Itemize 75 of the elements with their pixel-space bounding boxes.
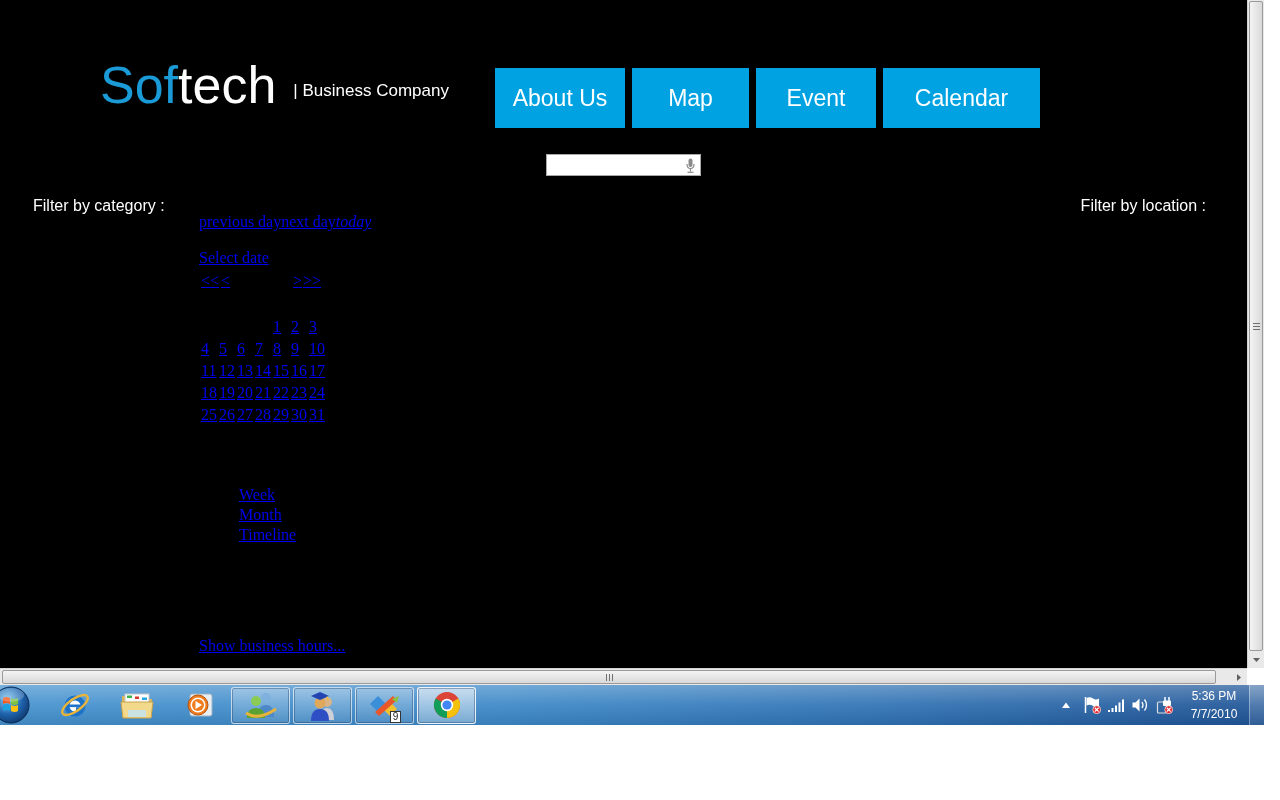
calendar-day-link[interactable]: 2 [291,318,299,335]
nav-button[interactable]: Map [632,68,749,128]
calendar-day-link[interactable]: 25 [201,406,217,423]
calendar-day-link[interactable]: 14 [255,362,271,379]
calendar-day-link[interactable]: 15 [273,362,289,379]
calendar-day-link[interactable]: 12 [219,362,235,379]
right-arrow-icon [1236,673,1241,681]
search-field[interactable] [546,154,701,176]
view-link[interactable]: Week [239,486,276,503]
calendar-day-link[interactable]: 19 [219,384,235,401]
folder-icon[interactable] [119,690,154,720]
calendar-nav-link[interactable]: << [201,270,220,292]
calendar-day-link[interactable]: 7 [255,340,263,357]
microphone-icon[interactable] [686,157,695,173]
calendar-day-link[interactable]: 20 [237,384,253,401]
count-badge: 9 [390,710,401,723]
calendar-day-link[interactable]: 5 [219,340,227,357]
calendar-day-link[interactable]: 31 [309,406,325,423]
calendar-day-link[interactable]: 21 [255,384,271,401]
calendar-day-link[interactable]: 17 [309,362,325,379]
vertical-scrollbar[interactable] [1247,0,1264,668]
calendar-day-link[interactable]: 4 [201,340,209,357]
calendar-day-link[interactable]: 18 [201,384,217,401]
calendar-day-link[interactable]: 29 [273,406,289,423]
scroll-thumb[interactable] [2,670,1216,684]
taskbar-button[interactable] [417,686,476,724]
flag-icon[interactable] [1083,696,1101,714]
speaker-icon[interactable] [1131,696,1149,714]
calendar-day-link[interactable]: 13 [237,362,253,379]
nav-button[interactable]: Event [756,68,876,128]
calendar-day-link[interactable]: 10 [309,340,325,357]
site-logo: Softech [100,59,277,111]
calendar-day-link[interactable]: 1 [273,318,281,335]
calendar-day-link[interactable]: 9 [291,340,299,357]
calendar-day-link[interactable]: 8 [273,340,281,357]
caret-up-icon[interactable] [1062,702,1070,708]
logo-tagline: | Business Company [293,81,449,101]
calendar-day-link[interactable]: 24 [309,384,325,401]
taskbar-button[interactable]: 9 [355,686,414,724]
calendar-day-link[interactable]: 26 [219,406,235,423]
calendar-day-link[interactable]: 28 [255,406,271,423]
clock-date: 7/7/2010 [1189,706,1239,723]
plug-icon[interactable] [1155,696,1173,714]
calendar-day-link[interactable]: 16 [291,362,307,379]
horizontal-scrollbar[interactable] [0,668,1247,685]
calendar-nav-link[interactable]: >> [302,270,321,292]
calendar-day-link[interactable]: 27 [237,406,253,423]
segmented-ball-icon [431,690,462,720]
calendar-nav-link[interactable]: > [292,270,302,292]
day-nav-link[interactable]: today [335,213,372,231]
calendar-day-link[interactable]: 23 [291,384,307,401]
business-hours-link[interactable]: Show business hours... [199,637,346,654]
calendar-nav-link[interactable]: < [221,270,231,292]
clock-time: 5:36 PM [1190,688,1238,705]
calendar-day-link[interactable]: 3 [309,318,317,335]
view-link[interactable]: Timeline [239,526,297,543]
select-date-link[interactable]: Select date [199,249,269,266]
people-icon [243,690,278,720]
taskbar-button[interactable] [293,686,352,724]
calendar-day-link[interactable]: 22 [273,384,289,401]
calendar-day-link[interactable]: 6 [237,340,245,357]
show-desktop-button[interactable] [1249,685,1264,725]
calendar-day-link[interactable]: 11 [201,362,217,379]
taskbar-button[interactable] [231,686,290,724]
start-orb-icon[interactable] [0,685,30,725]
scroll-thumb[interactable] [1249,1,1263,651]
nav-button[interactable]: Calendar [883,68,1040,128]
filter-label: Filter by category : [33,196,165,215]
down-arrow-icon [1252,657,1260,662]
filter-label: Filter by location : [1080,196,1206,215]
nav-button[interactable]: About Us [495,68,625,128]
calendar-day-link[interactable]: 30 [291,406,307,423]
day-nav-link[interactable]: next day [281,213,336,231]
day-nav-link[interactable]: previous day [199,213,282,231]
view-link[interactable]: Month [239,506,282,523]
